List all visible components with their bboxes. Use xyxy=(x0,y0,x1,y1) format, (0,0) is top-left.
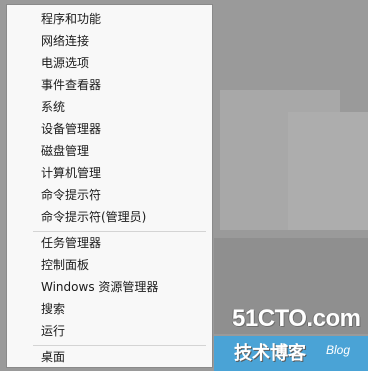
menu-item-control-panel[interactable]: 控制面板 xyxy=(7,254,212,276)
quick-access-menu: 程序和功能 网络连接 电源选项 事件查看器 系统 设备管理器 磁盘管理 计算机管… xyxy=(6,4,213,368)
watermark-subtitle: 技术博客 xyxy=(234,343,306,364)
menu-item-system[interactable]: 系统 xyxy=(7,96,212,118)
watermark-logo-text: 51CTO.com xyxy=(232,305,361,332)
menu-item-command-prompt-admin[interactable]: 命令提示符(管理员) xyxy=(7,206,212,228)
background-panel xyxy=(288,112,368,230)
menu-item-desktop[interactable]: 桌面 xyxy=(7,346,212,368)
menu-item-power-options[interactable]: 电源选项 xyxy=(7,52,212,74)
menu-item-network-connections[interactable]: 网络连接 xyxy=(7,30,212,52)
menu-item-task-manager[interactable]: 任务管理器 xyxy=(7,232,212,254)
menu-item-command-prompt[interactable]: 命令提示符 xyxy=(7,184,212,206)
site-watermark: 51CTO.com 技术博客 Blog xyxy=(232,305,368,371)
menu-item-disk-management[interactable]: 磁盘管理 xyxy=(7,140,212,162)
menu-item-computer-management[interactable]: 计算机管理 xyxy=(7,162,212,184)
watermark-blog-label: Blog xyxy=(326,343,351,357)
menu-item-device-manager[interactable]: 设备管理器 xyxy=(7,118,212,140)
menu-item-event-viewer[interactable]: 事件查看器 xyxy=(7,74,212,96)
menu-item-windows-explorer[interactable]: Windows 资源管理器 xyxy=(7,276,212,298)
menu-item-search[interactable]: 搜索 xyxy=(7,298,212,320)
menu-item-run[interactable]: 运行 xyxy=(7,320,212,342)
menu-item-programs-and-features[interactable]: 程序和功能 xyxy=(7,8,212,30)
